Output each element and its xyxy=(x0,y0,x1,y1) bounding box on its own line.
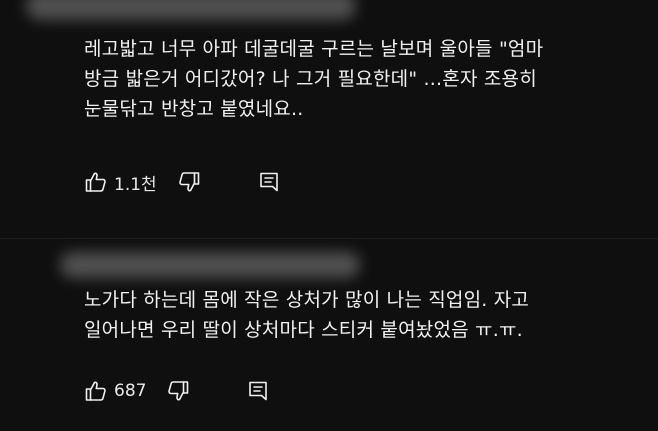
dislike-button[interactable] xyxy=(177,170,201,194)
thumbs-down-icon xyxy=(177,170,201,194)
comment-text: 레고밟고 너무 아파 데굴데굴 구르는 날보며 울아들 "엄마 방금 밟은거 어… xyxy=(84,38,544,120)
like-count: 1.1천 xyxy=(114,174,157,195)
comment-item: 노가다 하는데 몸에 작은 상처가 많이 나는 직업임. 자고 일어나면 우리 … xyxy=(0,238,658,431)
thumbs-up-icon xyxy=(84,170,108,194)
blurred-author-name xyxy=(60,252,360,278)
reply-button[interactable] xyxy=(257,170,281,194)
reply-icon xyxy=(257,170,281,194)
like-count: 687 xyxy=(114,381,147,401)
comment-item: 레고밟고 너무 아파 데굴데굴 구르는 날보며 울아들 "엄마 방금 밟은거 어… xyxy=(0,0,658,238)
thumbs-up-icon xyxy=(84,379,108,403)
blurred-author-name xyxy=(26,0,356,20)
comments-section: 레고밟고 너무 아파 데굴데굴 구르는 날보며 울아들 "엄마 방금 밟은거 어… xyxy=(0,0,658,431)
reply-icon xyxy=(246,379,270,403)
comment-actions: 1.1천 xyxy=(84,168,281,196)
like-button[interactable]: 1.1천 xyxy=(84,170,157,195)
reply-button[interactable] xyxy=(246,379,270,403)
comment-actions: 687 xyxy=(84,377,270,405)
comment-text: 노가다 하는데 몸에 작은 상처가 많이 나는 직업임. 자고 일어나면 우리 … xyxy=(84,289,530,341)
like-button[interactable]: 687 xyxy=(84,379,146,403)
dislike-button[interactable] xyxy=(166,379,190,403)
thumbs-down-icon xyxy=(166,379,190,403)
